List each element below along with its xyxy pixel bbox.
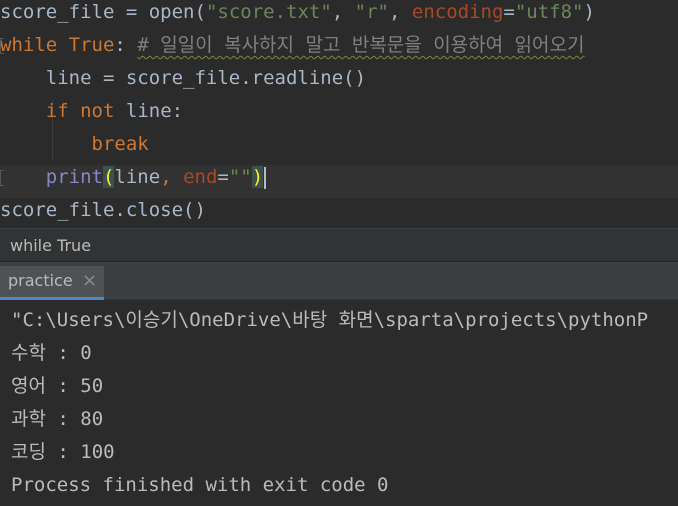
code-token: ,	[160, 166, 184, 188]
code-token: line = score_file.readline()	[0, 67, 367, 89]
code-token: )	[251, 166, 264, 188]
console-line: 과학 : 80	[11, 408, 104, 430]
code-token: score_file	[0, 1, 115, 23]
code-line-2[interactable]: while True: # 일일이 복사하지 말고 반복문을 이용하여 읽어오기	[0, 33, 678, 66]
code-token: score_file.close()	[0, 199, 206, 221]
code-token: ""	[228, 166, 252, 188]
code-token: =	[503, 1, 515, 23]
console-line: "C:\Users\이승기\OneDrive\바탕 화면\sparta\proj…	[11, 309, 649, 331]
code-token: line:	[114, 100, 184, 122]
code-token: =	[217, 166, 229, 188]
code-line-7[interactable]: score_file.close()	[0, 198, 678, 228]
code-token: print	[45, 166, 103, 188]
code-token: encoding	[411, 1, 504, 23]
code-token: True	[68, 34, 115, 56]
code-token: end	[183, 166, 218, 188]
code-token: =	[114, 1, 149, 23]
code-token: )	[583, 1, 595, 23]
breadcrumb[interactable]: while True	[0, 228, 678, 262]
console-line: Process finished with exit code 0	[11, 474, 389, 496]
code-token: (	[194, 1, 206, 23]
console-line: 수학 : 0	[11, 342, 92, 364]
code-token: # 일일이 복사하지 말고 반복문을 이용하여 읽어오기	[137, 34, 585, 56]
code-line-1[interactable]: score_file = open("score.txt", "r", enco…	[0, 0, 678, 33]
code-token: break	[91, 133, 149, 155]
code-editor[interactable]: score_file = open("score.txt", "r", enco…	[0, 0, 678, 228]
code-line-6[interactable]: print(line, end="")	[0, 165, 678, 198]
code-token: if	[45, 100, 69, 122]
code-line-3[interactable]: line = score_file.readline()	[0, 66, 678, 99]
fold-marker-icon[interactable]	[0, 38, 4, 54]
code-token: line	[114, 166, 161, 188]
close-icon[interactable]: ×	[82, 266, 97, 296]
code-token: not	[80, 100, 115, 122]
console-line: 영어 : 50	[11, 375, 104, 397]
tab-practice[interactable]: practice ×	[0, 266, 104, 300]
fold-marker-icon[interactable]	[0, 170, 4, 186]
code-token: ,	[331, 1, 355, 23]
code-token: (	[102, 166, 115, 188]
breadcrumb-item[interactable]: while True	[10, 229, 91, 263]
tab-label: practice	[8, 271, 73, 290]
code-token: while	[0, 34, 58, 56]
code-token: open	[148, 1, 195, 23]
code-token: :	[114, 34, 126, 56]
code-token: "r"	[354, 1, 389, 23]
code-token: "score.txt"	[205, 1, 332, 23]
code-line-4[interactable]: if not line:	[0, 99, 678, 132]
code-line-5[interactable]: break	[0, 132, 678, 165]
text-caret	[264, 166, 267, 189]
console-line: 코딩 : 100	[11, 441, 115, 463]
run-tool-window-tabs: practice ×	[0, 262, 678, 300]
code-token: "utf8"	[514, 1, 584, 23]
run-console-output[interactable]: "C:\Users\이승기\OneDrive\바탕 화면\sparta\proj…	[0, 300, 678, 506]
code-token: ,	[389, 1, 412, 23]
